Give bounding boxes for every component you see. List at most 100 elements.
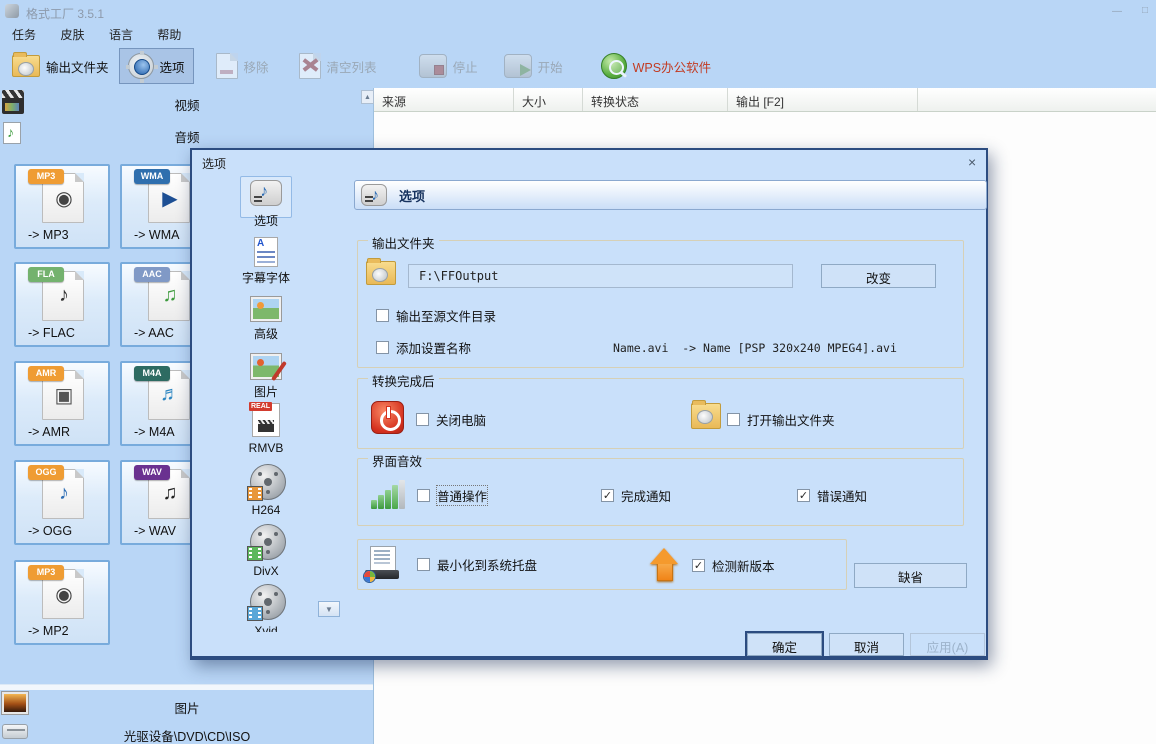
format-tile-mp2[interactable]: MP3 ◉ -> MP2 [14, 560, 110, 645]
nav-label-xvid[interactable]: Xvid [192, 624, 340, 632]
minimize-tray-label[interactable]: 最小化到系统托盘 [437, 555, 537, 574]
menu-task[interactable]: 任务 [2, 22, 46, 47]
minimize-tray-row: 最小化到系统托盘 [417, 557, 537, 572]
amr-label: -> AMR [28, 425, 70, 439]
file-table-header: 来源 大小 转换状态 输出 [F2] [374, 88, 1156, 112]
sidebar-scroll-up[interactable]: ▲ [361, 90, 374, 104]
nav-label-rmvb[interactable]: RMVB [192, 441, 340, 455]
done-notify-label[interactable]: 完成通知 [621, 486, 671, 505]
stop-label: 停止 [453, 57, 478, 76]
start-button[interactable]: 开始 [496, 50, 571, 82]
interface-sound-group-title: 界面音效 [368, 451, 426, 470]
remove-label: 移除 [244, 57, 269, 76]
output-folder-group-title: 输出文件夹 [368, 233, 439, 252]
app-icon [5, 4, 19, 18]
after-conversion-group-title: 转换完成后 [368, 371, 439, 390]
remove-button[interactable]: 移除 [208, 49, 277, 83]
sidebar-separator [0, 684, 373, 690]
shutdown-checkbox[interactable] [416, 413, 429, 426]
remove-icon [216, 53, 238, 79]
error-notify-checkbox[interactable]: ✓ [797, 489, 810, 502]
nav-label-advanced[interactable]: 高级 [192, 325, 340, 342]
mp2-glyph: ◉ [16, 582, 112, 607]
check-version-label[interactable]: 检测新版本 [712, 556, 775, 575]
m4a-label: -> M4A [134, 425, 175, 439]
aac-label: -> AAC [134, 326, 174, 340]
stop-button[interactable]: 停止 [411, 50, 486, 82]
change-button[interactable]: 改变 [821, 264, 936, 288]
banner-icon [361, 184, 387, 206]
maximize-button[interactable]: □ [1132, 5, 1156, 19]
normal-action-checkbox[interactable] [417, 489, 430, 502]
open-output-folder-icon [691, 403, 721, 429]
output-folder-button[interactable]: 输出文件夹 [4, 51, 117, 81]
options-nav-icon [250, 180, 282, 206]
format-tile-ogg[interactable]: OGG ♪ -> OGG [14, 460, 110, 545]
apply-button[interactable]: 应用(A) [910, 633, 985, 656]
amr-glyph: ▣ [16, 383, 112, 408]
minimize-button[interactable]: — [1104, 6, 1130, 20]
column-source[interactable]: 来源 [374, 88, 514, 111]
wma-tag: WMA [134, 169, 170, 184]
check-version-checkbox[interactable]: ✓ [692, 559, 705, 572]
minimize-tray-checkbox[interactable] [417, 558, 430, 571]
ogg-label: -> OGG [28, 524, 72, 538]
menu-skin[interactable]: 皮肤 [50, 22, 94, 47]
dialog-nav-rail: 选项 字幕字体 高级 图片 REAL RMVB H264 DivX Xvid ▼ [192, 174, 350, 632]
check-version-row: ✓ 检测新版本 [692, 558, 775, 573]
nav-label-h264[interactable]: H264 [192, 503, 340, 517]
wps-button[interactable]: WPS办公软件 [593, 49, 719, 83]
error-notify-label[interactable]: 错误通知 [817, 486, 867, 505]
sidebar-category-picture[interactable]: 图片 [0, 698, 374, 717]
dialog-close-icon[interactable]: × [968, 155, 976, 169]
options-dialog: 选项 × 选项 字幕字体 高级 图片 REAL RMVB H264 D [190, 148, 988, 660]
default-button[interactable]: 缺省 [854, 563, 967, 588]
mp2-tag: MP3 [28, 565, 64, 580]
format-tile-flac[interactable]: FLA ♪ -> FLAC [14, 262, 110, 347]
to-source-dir-label[interactable]: 输出至源文件目录 [396, 306, 496, 325]
format-tile-mp3[interactable]: MP3 ◉ -> MP3 [14, 164, 110, 249]
mp3-tag: MP3 [28, 169, 64, 184]
open-output-label[interactable]: 打开输出文件夹 [747, 410, 835, 429]
clear-list-button[interactable]: 清空列表 [291, 49, 385, 83]
stop-icon [419, 54, 447, 78]
flac-tag: FLA [28, 267, 64, 282]
cancel-button[interactable]: 取消 [829, 633, 904, 656]
nav-label-options[interactable]: 选项 [192, 212, 340, 229]
nav-label-subtitle-font[interactable]: 字幕字体 [192, 269, 340, 286]
wma-label: -> WMA [134, 228, 179, 242]
sidebar-category-video[interactable]: 视频 [0, 95, 374, 114]
options-button[interactable]: 选项 [119, 48, 194, 84]
to-source-dir-checkbox[interactable] [376, 309, 389, 322]
flac-label: -> FLAC [28, 326, 75, 340]
nav-label-divx[interactable]: DivX [192, 564, 340, 578]
shutdown-label[interactable]: 关闭电脑 [436, 410, 486, 429]
column-status[interactable]: 转换状态 [583, 88, 728, 111]
menu-help[interactable]: 帮助 [147, 22, 191, 47]
output-path-folder-icon[interactable] [366, 261, 396, 285]
mp2-label: -> MP2 [28, 624, 69, 638]
nav-scroll-down-button[interactable]: ▼ [318, 601, 340, 617]
append-name-checkbox[interactable] [376, 341, 389, 354]
ok-button[interactable]: 确定 [747, 633, 822, 656]
open-output-checkbox[interactable] [727, 413, 740, 426]
sidebar-category-rom[interactable]: 光驱设备\DVD\CD\ISO [0, 726, 374, 744]
output-path-field[interactable]: F:\FFOutput [408, 264, 793, 288]
append-name-label[interactable]: 添加设置名称 [396, 338, 471, 357]
nav-label-picture[interactable]: 图片 [192, 383, 340, 400]
divx-reel-icon [250, 524, 286, 560]
interface-sound-group: 界面音效 普通操作 ✓ 完成通知 ✓ 错误通知 [357, 458, 964, 526]
column-size[interactable]: 大小 [514, 88, 583, 111]
format-tile-amr[interactable]: AMR ▣ -> AMR [14, 361, 110, 446]
normal-action-label[interactable]: 普通操作 [437, 486, 487, 505]
error-notify-row: ✓ 错误通知 [797, 488, 867, 503]
sidebar-category-audio[interactable]: 音频 [0, 127, 374, 146]
shutdown-power-icon [371, 401, 404, 434]
column-output[interactable]: 输出 [F2] [728, 88, 918, 111]
menu-language[interactable]: 语言 [99, 22, 143, 47]
rmvb-icon: REAL [252, 403, 280, 437]
window-title: 格式工厂 3.5.1 [26, 5, 104, 22]
rmvb-real-badge: REAL [249, 402, 272, 411]
output-folder-icon [12, 55, 40, 77]
done-notify-checkbox[interactable]: ✓ [601, 489, 614, 502]
